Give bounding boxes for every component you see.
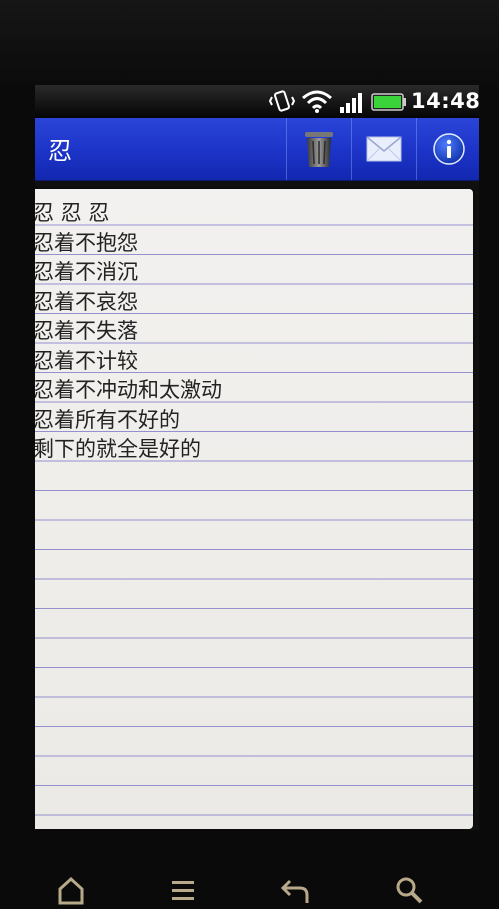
back-icon[interactable] (278, 873, 312, 907)
signal-icon (340, 93, 362, 113)
info-button[interactable] (416, 118, 479, 180)
device-bezel (0, 0, 499, 85)
note-line: 忍着不失落 (35, 319, 138, 343)
navigation-bar (0, 855, 499, 909)
search-icon[interactable] (392, 873, 426, 907)
delete-button[interactable] (286, 118, 351, 180)
mail-icon (366, 136, 402, 162)
home-icon[interactable] (54, 873, 88, 907)
note-line: 忍着不哀怨 (35, 289, 138, 314)
note-line: 忍着不抱怨 (35, 230, 138, 255)
vibrate-icon (269, 90, 295, 112)
app-title: 忍 (48, 137, 72, 165)
battery-icon (371, 93, 406, 111)
note-line: 忍 忍 忍 (35, 201, 110, 225)
phone-screen: 14:48 忍 忍 忍 忍 忍着不抱怨 忍着不消沉 忍着不哀怨 忍着不失落 忍着… (35, 85, 479, 830)
clock: 14:48 (411, 89, 479, 113)
note-text[interactable]: 忍 忍 忍忍着不抱怨忍着不消沉忍着不哀怨忍着不失落忍着不计较忍着不冲动和太激动忍… (35, 199, 463, 465)
note-editor[interactable]: 忍 忍 忍忍着不抱怨忍着不消沉忍着不哀怨忍着不失落忍着不计较忍着不冲动和太激动忍… (35, 189, 473, 829)
menu-icon[interactable] (166, 873, 200, 907)
note-line: 忍着不计较 (35, 348, 138, 373)
note-line: 忍着不消沉 (35, 260, 138, 284)
note-line: 忍着所有不好的 (35, 407, 180, 432)
status-bar: 14:48 (35, 85, 479, 118)
title-bar: 忍 (35, 118, 479, 181)
trash-icon (305, 132, 333, 167)
wifi-icon (302, 90, 332, 113)
note-line: 剩下的就全是好的 (35, 437, 201, 461)
share-mail-button[interactable] (351, 118, 416, 180)
info-icon (433, 133, 465, 165)
note-line: 忍着不冲动和太激动 (35, 378, 222, 402)
